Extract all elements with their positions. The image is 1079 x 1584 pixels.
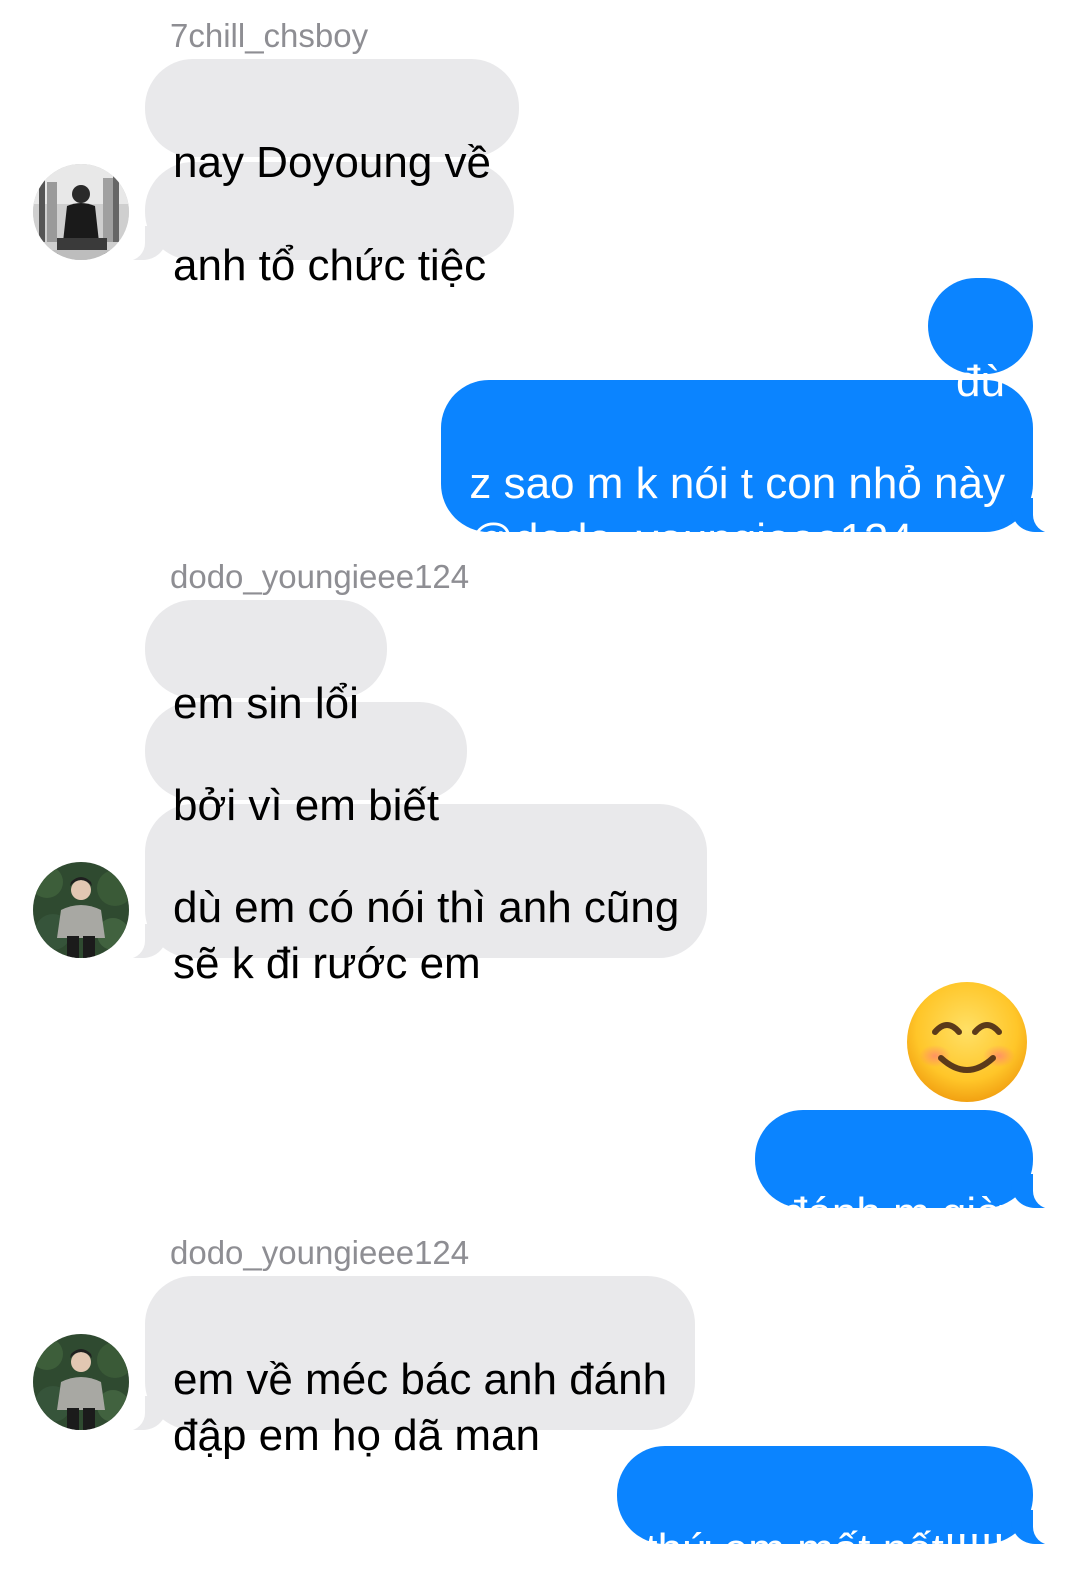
message-bubble-outgoing[interactable]: z sao m k nói t con nhỏ này @dodo_youngi…	[441, 380, 1057, 564]
sender-name: 7chill_chsboy	[170, 17, 369, 54]
avatar[interactable]	[33, 1334, 129, 1430]
message-text: bởi vì em biết	[173, 781, 440, 830]
avatar[interactable]	[33, 164, 129, 260]
avatar-photo-icon	[33, 1334, 129, 1430]
message-bubble-incoming[interactable]: em về méc bác anh đánh đập em họ dã man	[120, 1276, 696, 1460]
message-text: thứ em mất nết!!!!!	[645, 1525, 1005, 1574]
avatar-photo-icon	[33, 164, 129, 260]
message-bubble-incoming[interactable]: em sin lổi	[145, 600, 387, 728]
avatar[interactable]	[33, 862, 129, 958]
message-bubble-outgoing[interactable]: đánh m giờ	[754, 1110, 1058, 1238]
message-bubble-outgoing[interactable]: thứ em mất nết!!!!!	[617, 1446, 1057, 1574]
smiling-face-emoji-icon	[905, 980, 1029, 1104]
sender-name: dodo_youngieee124	[170, 1234, 470, 1271]
message-text: đù	[956, 357, 1005, 406]
avatar-photo-icon	[33, 862, 129, 958]
sender-name: dodo_youngieee124	[170, 558, 470, 595]
message-text: nay Doyoung về	[173, 138, 491, 187]
message-text: dù em có nói thì anh cũng sẽ k đi rước e…	[173, 883, 680, 988]
message-text: anh tổ chức tiệc	[173, 241, 487, 290]
message-text: em về méc bác anh đánh đập em họ dã man	[173, 1355, 668, 1460]
message-text: z sao m k nói t con nhỏ này @dodo_youngi…	[469, 459, 1005, 564]
message-bubble-outgoing[interactable]: đù	[928, 278, 1033, 406]
message-bubble-incoming[interactable]: nay Doyoung về	[145, 59, 519, 187]
message-text: em sin lổi	[173, 679, 359, 728]
message-text: đánh m giờ	[782, 1189, 1005, 1238]
